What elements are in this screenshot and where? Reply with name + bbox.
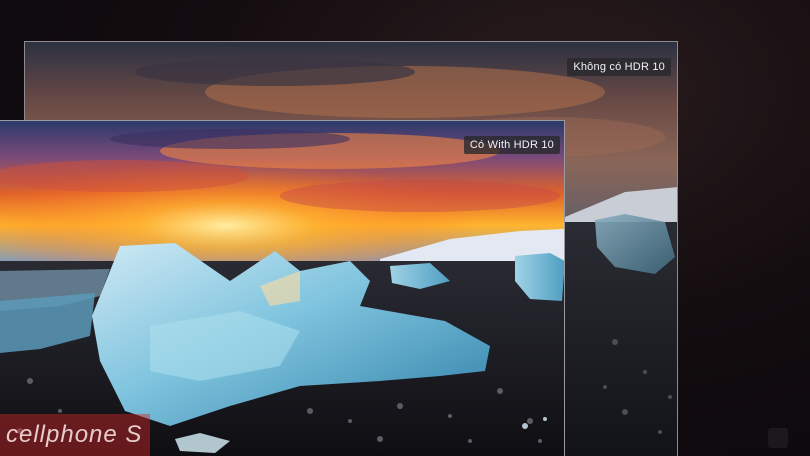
with-hdr-photo bbox=[0, 121, 564, 456]
brand-watermark: cellphone S bbox=[0, 414, 150, 456]
corner-logo-icon bbox=[768, 428, 788, 448]
with-hdr-image-panel: Có With HDR 10 bbox=[0, 120, 565, 456]
with-hdr-label: Có With HDR 10 bbox=[463, 136, 560, 154]
without-hdr-label: Không có HDR 10 bbox=[567, 58, 671, 76]
